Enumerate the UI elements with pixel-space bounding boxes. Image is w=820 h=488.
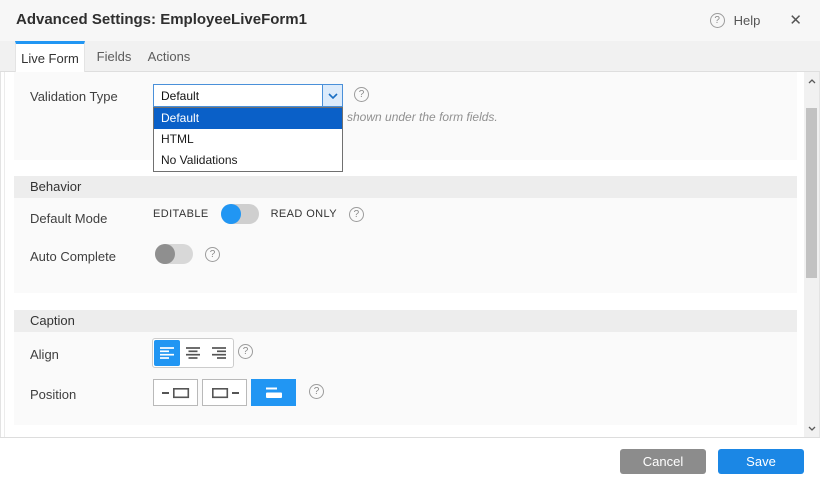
auto-complete-help-icon[interactable]: ? [205,247,220,262]
caption-section-header: Caption [14,310,797,332]
chevron-down-icon [328,93,338,99]
dropdown-option-default[interactable]: Default [154,108,342,129]
validation-help-icon[interactable]: ? [354,87,369,102]
default-mode-row: EDITABLE READ ONLY ? [153,204,364,224]
position-label-right-button[interactable] [202,379,247,406]
default-mode-label: Default Mode [30,211,107,226]
label-top-icon [265,386,283,399]
save-button[interactable]: Save [718,449,804,474]
validation-hint-text: shown under the form fields. [347,110,498,124]
label-right-icon [211,387,239,399]
advanced-settings-dialog: Advanced Settings: EmployeeLiveForm1 ? H… [0,0,820,488]
tab-live-form[interactable]: Live Form [15,41,85,73]
align-center-icon [186,347,200,359]
scroll-up-icon[interactable] [804,74,819,88]
align-right-button[interactable] [206,340,232,366]
position-label-top-button[interactable] [251,379,296,406]
align-left-button[interactable] [154,340,180,366]
help-icon[interactable]: ? [710,13,725,28]
cancel-button[interactable]: Cancel [620,449,706,474]
align-label: Align [30,347,59,362]
footer: Cancel Save [0,438,820,488]
align-button-group [152,338,234,368]
behavior-section-header: Behavior [14,176,797,198]
align-right-icon [212,347,226,359]
validation-type-value: Default [154,85,322,106]
behavior-section [14,198,797,293]
read-only-label: READ ONLY [271,208,337,220]
title-bar: Advanced Settings: EmployeeLiveForm1 ? H… [0,0,820,41]
validation-type-label: Validation Type [30,89,118,104]
editable-label: EDITABLE [153,208,209,220]
tab-fields[interactable]: Fields [88,41,140,72]
toggle-knob [155,244,175,264]
validation-type-select[interactable]: Default [153,84,343,107]
position-button-group [153,379,296,406]
auto-complete-toggle[interactable] [155,244,193,264]
toggle-knob [221,204,241,224]
position-label-left-button[interactable] [153,379,198,406]
align-left-icon [160,347,174,359]
scrollbar-thumb[interactable] [806,108,817,278]
default-mode-toggle[interactable] [221,204,259,224]
align-center-button[interactable] [180,340,206,366]
tab-bar: Live Form Fields Actions [0,41,820,72]
close-icon[interactable]: ✕ [789,13,802,28]
dropdown-option-no-validations[interactable]: No Validations [154,150,342,171]
content-left-border [4,72,5,437]
validation-dropdown-list: Default HTML No Validations [153,107,343,172]
tab-actions[interactable]: Actions [140,41,198,72]
help-link[interactable]: Help [734,13,761,28]
auto-complete-label: Auto Complete [30,249,116,264]
align-help-icon[interactable]: ? [238,344,253,359]
position-label: Position [30,387,76,402]
caption-section [14,332,797,425]
auto-complete-row: ? [155,244,220,264]
select-arrow-button[interactable] [322,85,342,106]
page-title: Advanced Settings: EmployeeLiveForm1 [16,11,307,28]
default-mode-help-icon[interactable]: ? [349,207,364,222]
dropdown-option-html[interactable]: HTML [154,129,342,150]
titlebar-actions: ? Help ✕ [710,0,802,41]
scroll-down-icon[interactable] [804,421,819,435]
label-left-icon [162,387,190,399]
vertical-scrollbar[interactable] [804,72,819,437]
position-help-icon[interactable]: ? [309,384,324,399]
